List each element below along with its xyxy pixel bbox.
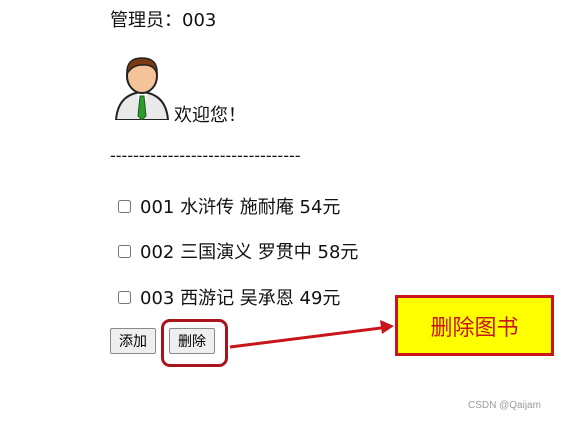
callout-label: 删除图书 [395, 295, 554, 356]
watermark: CSDN @Qaijam [468, 400, 541, 411]
arrow-icon [229, 320, 394, 349]
